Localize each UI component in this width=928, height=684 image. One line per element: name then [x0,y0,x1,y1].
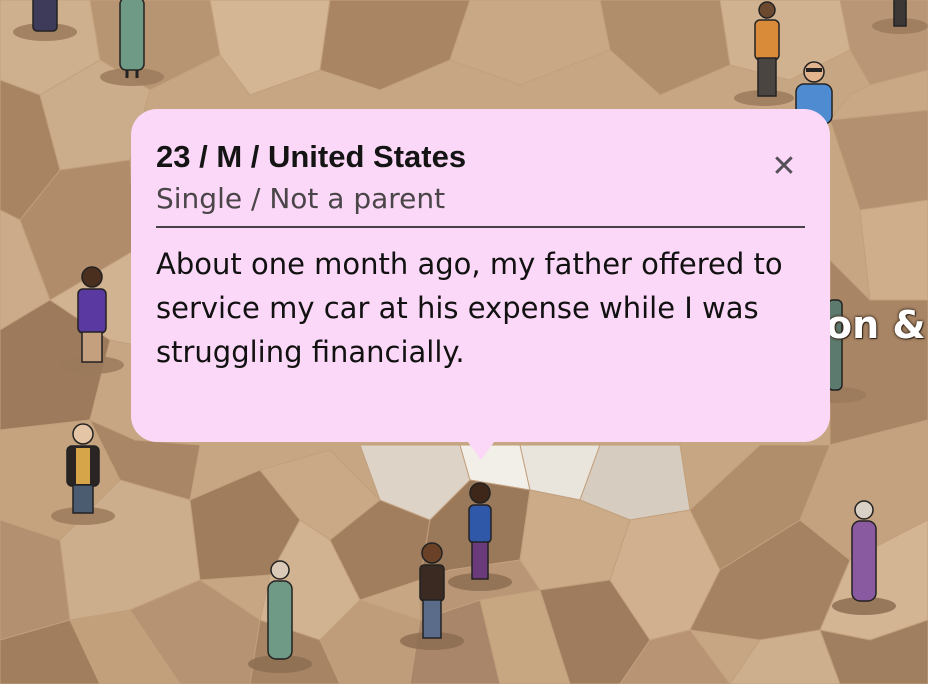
map-region-label: on & s [826,303,928,347]
popup-subtitle: Single / Not a parent [156,182,446,215]
close-button[interactable]: ✕ [765,149,803,187]
popup-pointer [465,438,497,460]
divider [156,226,805,228]
close-icon[interactable]: ✕ [771,149,796,184]
story-popup: 23 / M / United States Single / Not a pa… [131,109,830,442]
popup-title: 23 / M / United States [156,139,467,174]
popup-header: 23 / M / United States Single / Not a pa… [156,137,805,219]
story-text: About one month ago, my father offered t… [156,247,783,369]
